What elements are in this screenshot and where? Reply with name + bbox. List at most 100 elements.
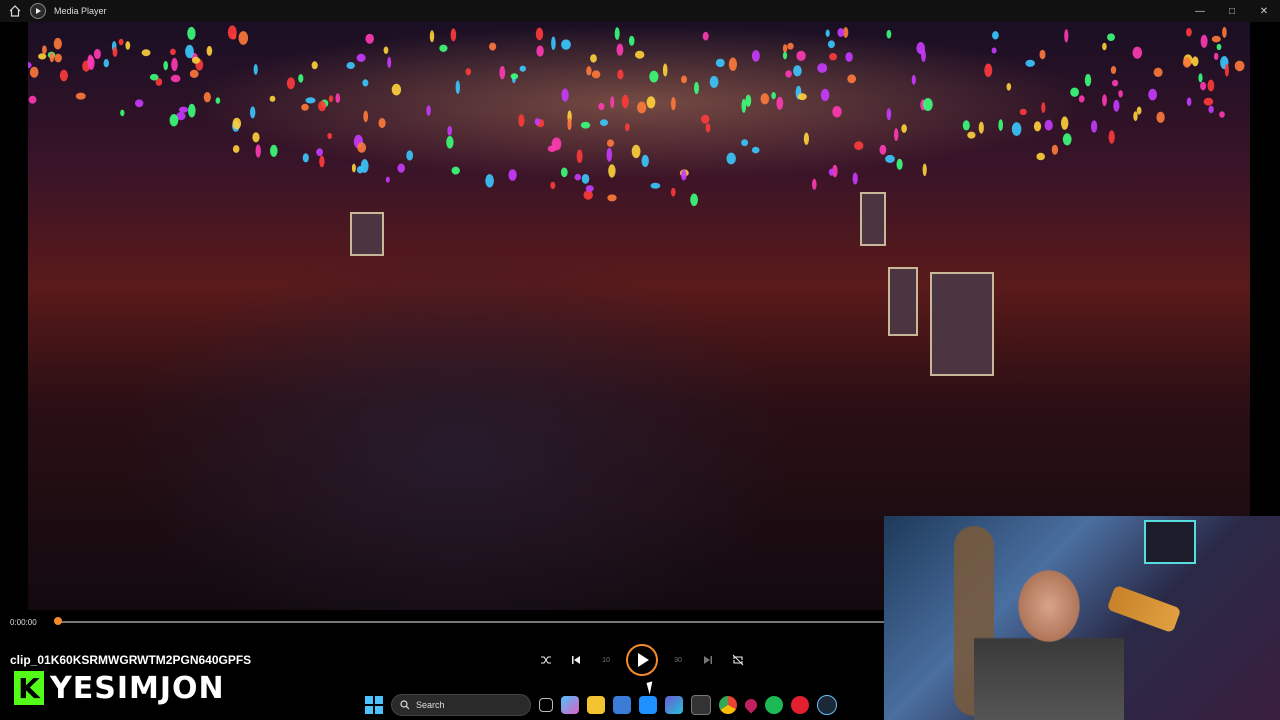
light-bulb [1234,60,1245,72]
light-bulb [135,99,144,108]
taskbar-search[interactable]: Search [391,694,531,716]
light-bulb [896,158,903,170]
window-titlebar: Media Player — □ ✕ [0,0,1280,22]
light-bulb [103,59,110,68]
light-bulb [54,53,62,63]
light-bulb [253,64,258,75]
keyboard-icon[interactable] [691,695,711,715]
media-player-icon [30,3,46,19]
light-bulb [499,65,506,80]
light-bulb [270,144,278,157]
light-bulb [118,38,124,46]
light-bulb [1108,130,1115,144]
maximize-icon[interactable]: □ [1216,0,1248,22]
teams-icon[interactable] [665,696,683,714]
light-bulb [328,95,334,103]
seek-bar[interactable]: 0:00:00 [0,610,884,634]
next-icon[interactable] [698,650,718,670]
store-icon[interactable] [613,696,631,714]
light-bulb [728,57,738,71]
spotify-icon[interactable] [765,696,783,714]
light-bulb [694,81,699,95]
light-bulb [1061,116,1069,130]
steam-icon[interactable] [817,695,837,715]
minimize-icon[interactable]: — [1184,0,1216,22]
current-time: 0:00:00 [10,617,37,627]
wall-poster [350,212,384,256]
light-bulb [1112,79,1119,87]
light-bulb [879,144,887,155]
previous-icon[interactable] [566,650,586,670]
mail-icon[interactable] [639,696,657,714]
home-icon[interactable] [0,0,30,22]
light-bulb [406,150,414,161]
light-bulb [75,92,86,100]
light-bulb [169,114,179,127]
light-bulb [1062,133,1072,146]
light-bulb [585,185,594,192]
light-bulb [741,139,749,147]
light-bulb [385,176,390,183]
forward-30-icon[interactable]: 30 [668,650,688,670]
light-bulb [365,33,375,44]
light-bulb [510,73,519,80]
maps-icon[interactable] [742,696,760,714]
light-bulb [901,124,907,133]
light-bulb [120,109,125,117]
light-bulb [681,169,687,181]
light-bulb [439,44,448,52]
light-bulb [163,60,168,71]
light-bulb [302,153,309,163]
light-bulb [631,144,641,159]
play-button[interactable] [626,644,658,676]
light-bulb [978,121,984,134]
copilot-icon[interactable] [561,696,579,714]
light-bulb [641,154,649,167]
seek-track[interactable] [58,621,884,623]
light-bulb [547,145,557,152]
shuffle-icon[interactable] [536,650,556,670]
close-icon[interactable]: ✕ [1248,0,1280,22]
seek-thumb[interactable] [54,617,62,625]
light-bulb [1107,33,1115,41]
chrome-icon[interactable] [719,696,737,714]
light-bulb [617,69,624,80]
light-bulb [318,100,327,112]
light-bulb [227,25,237,40]
clip-title: clip_01K60KSRMWGRWTM2PGN640GPFS [10,653,252,667]
light-bulb [327,132,333,140]
rewind-10-icon[interactable]: 10 [596,650,616,670]
task-view-icon[interactable] [539,698,553,712]
light-bulb [397,163,406,173]
light-bulb [38,53,47,60]
light-bulb [998,119,1003,131]
opera-icon[interactable] [791,696,809,714]
light-bulb [49,52,55,63]
light-bulb [581,174,590,184]
light-bulb [828,168,835,176]
repeat-off-icon[interactable] [728,650,748,670]
wall-poster [930,272,994,376]
light-bulb [671,97,676,111]
light-bulb [485,174,494,188]
file-explorer-icon[interactable] [587,696,605,714]
light-bulb [536,45,544,57]
light-bulb [335,93,341,104]
light-bulb [29,66,39,78]
light-bulb [715,58,725,68]
light-bulb [1224,63,1229,77]
light-bulb [600,119,608,126]
light-bulb [1039,49,1046,60]
light-bulb [1006,83,1012,91]
light-bulb [269,95,276,102]
windows-start-icon[interactable] [365,696,383,714]
light-bulb [776,96,784,110]
light-bulb [829,53,838,61]
light-bulb [741,98,747,113]
light-bulb [489,42,497,51]
light-bulb [363,110,369,123]
light-bulb [215,97,221,104]
light-bulb [149,73,159,81]
light-bulb [316,148,323,157]
light-bulb [709,75,719,88]
